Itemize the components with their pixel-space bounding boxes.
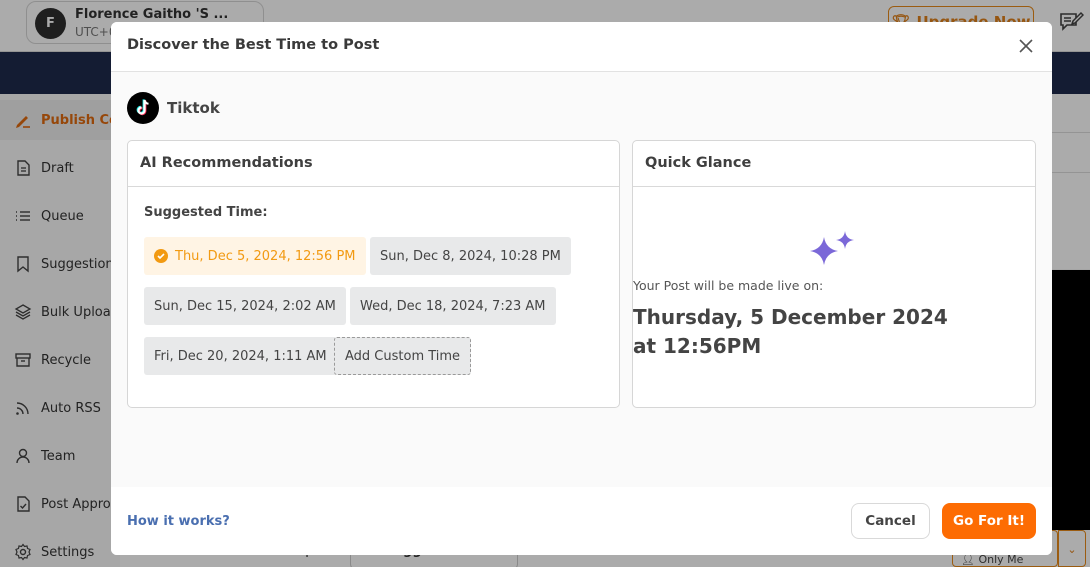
time-chip-selected[interactable]: Thu, Dec 5, 2024, 12:56 PM: [144, 237, 366, 275]
time-chip[interactable]: Sun, Dec 8, 2024, 10:28 PM: [370, 237, 571, 275]
ai-recommendations-title: AI Recommendations: [128, 141, 619, 187]
scheduled-time: at 12:56PM: [633, 334, 762, 358]
add-custom-time-button[interactable]: Add Custom Time: [334, 337, 472, 375]
scheduled-datetime: Thursday, 5 December 2024 at 12:56PM: [633, 303, 1035, 361]
time-chip-label: Sun, Dec 15, 2024, 2:02 AM: [154, 298, 336, 314]
tiktok-icon: [127, 92, 159, 124]
scheduled-date: Thursday, 5 December 2024: [633, 305, 948, 329]
time-chip[interactable]: Wed, Dec 18, 2024, 7:23 AM: [350, 287, 556, 325]
how-it-works-link[interactable]: How it works?: [127, 514, 230, 529]
suggested-time-label: Suggested Time:: [144, 205, 268, 220]
quick-glance-card: Quick Glance Your Post will be made live…: [632, 140, 1036, 408]
check-circle-icon: [154, 249, 168, 263]
modal-title: Discover the Best Time to Post: [127, 37, 380, 53]
platform-row: Tiktok: [127, 92, 220, 124]
modal-header: Discover the Best Time to Post: [111, 22, 1052, 72]
sparkle-icon: [810, 231, 854, 265]
time-chip-label: Thu, Dec 5, 2024, 12:56 PM: [175, 248, 356, 264]
modal-footer: How it works? Cancel Go For It!: [111, 487, 1052, 555]
go-for-it-button[interactable]: Go For It!: [942, 503, 1036, 539]
time-chip-label: Wed, Dec 18, 2024, 7:23 AM: [360, 298, 546, 314]
time-chip-label: Sun, Dec 8, 2024, 10:28 PM: [380, 248, 561, 264]
quick-glance-title: Quick Glance: [633, 141, 1035, 187]
platform-name: Tiktok: [167, 99, 220, 117]
cancel-button[interactable]: Cancel: [851, 503, 930, 539]
close-icon[interactable]: [1016, 36, 1036, 56]
time-chip[interactable]: Sun, Dec 15, 2024, 2:02 AM: [144, 287, 346, 325]
best-time-modal: Discover the Best Time to Post Tiktok AI…: [111, 22, 1052, 555]
ai-recommendations-card: AI Recommendations Suggested Time: Thu, …: [127, 140, 620, 408]
time-chip-label: Fri, Dec 20, 2024, 1:11 AM: [154, 348, 327, 364]
time-chip[interactable]: Fri, Dec 20, 2024, 1:11 AM: [144, 337, 337, 375]
add-custom-time-label: Add Custom Time: [345, 348, 461, 364]
live-on-label: Your Post will be made live on:: [633, 278, 824, 293]
